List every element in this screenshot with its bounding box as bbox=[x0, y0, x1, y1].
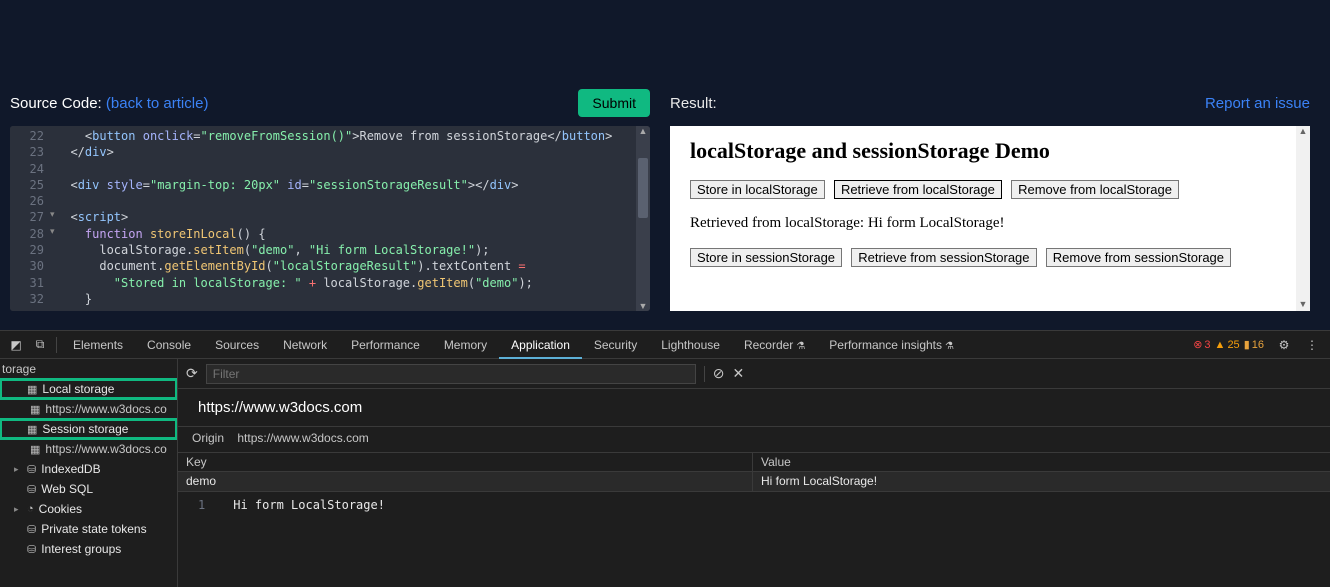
device-toolbar-icon[interactable]: ⧉ bbox=[28, 337, 52, 352]
back-to-article-link[interactable]: (back to article) bbox=[106, 95, 209, 112]
demo-heading: localStorage and sessionStorage Demo bbox=[690, 138, 1290, 164]
store-local-button[interactable]: Store in localStorage bbox=[690, 180, 825, 199]
retrieve-session-button[interactable]: Retrieve from sessionStorage bbox=[851, 248, 1036, 267]
storage-icon: ▦ bbox=[27, 423, 37, 436]
code-editor[interactable]: 2223242526272829303132 ▾ ▾ <button oncli… bbox=[10, 126, 650, 311]
warning-icon: ▲ bbox=[1215, 339, 1226, 351]
origin-title: https://www.w3docs.com bbox=[178, 389, 1330, 427]
issue-icon: ▮ bbox=[1244, 338, 1250, 351]
fold-caret-icon[interactable]: ▾ bbox=[50, 209, 55, 220]
result-label: Result: bbox=[670, 95, 717, 112]
error-count[interactable]: ⊗3 bbox=[1193, 338, 1210, 351]
devtools-panel: ◩ ⧉ Elements Console Sources Network Per… bbox=[0, 330, 1330, 587]
table-cell-key: demo bbox=[178, 472, 753, 491]
store-session-button[interactable]: Store in sessionStorage bbox=[690, 248, 842, 267]
tab-lighthouse[interactable]: Lighthouse bbox=[649, 331, 732, 359]
tab-memory[interactable]: Memory bbox=[432, 331, 499, 359]
database-icon: ⛁ bbox=[27, 543, 36, 556]
tab-sources[interactable]: Sources bbox=[203, 331, 271, 359]
database-icon: ⛁ bbox=[27, 463, 36, 476]
preview-line-number: 1 bbox=[198, 498, 205, 512]
tab-application[interactable]: Application bbox=[499, 331, 582, 359]
scroll-down-icon[interactable]: ▼ bbox=[1296, 299, 1310, 311]
close-icon[interactable]: ✕ bbox=[732, 365, 744, 382]
cookie-icon: ◔ bbox=[27, 503, 34, 515]
flask-icon: ⚗ bbox=[945, 341, 954, 352]
storage-icon: ▦ bbox=[27, 383, 37, 396]
tab-performance[interactable]: Performance bbox=[339, 331, 432, 359]
tab-perf-insights[interactable]: Performance insights⚗ bbox=[817, 331, 966, 359]
scroll-down-icon[interactable]: ▼ bbox=[638, 301, 648, 311]
retrieve-local-button[interactable]: Retrieve from localStorage bbox=[834, 180, 1002, 199]
report-issue-link[interactable]: Report an issue bbox=[1205, 95, 1310, 112]
tab-elements[interactable]: Elements bbox=[61, 331, 135, 359]
source-code-label: Source Code: bbox=[10, 95, 102, 112]
retrieved-text: Retrieved from localStorage: Hi form Loc… bbox=[690, 215, 1290, 232]
origin-label: Origin bbox=[192, 431, 224, 445]
issue-count[interactable]: ▮16 bbox=[1244, 338, 1264, 351]
scroll-up-icon[interactable]: ▲ bbox=[1296, 126, 1310, 138]
error-icon: ⊗ bbox=[1193, 338, 1202, 351]
session-storage-label: Session storage bbox=[42, 422, 128, 436]
local-storage-label: Local storage bbox=[42, 382, 114, 396]
storage-icon: ▦ bbox=[30, 403, 40, 416]
sidebar-indexeddb[interactable]: ▸ ⛁ IndexedDB bbox=[0, 459, 177, 479]
tab-console[interactable]: Console bbox=[135, 331, 203, 359]
origin-value: https://www.w3docs.com bbox=[237, 431, 368, 445]
sidebar-session-origin[interactable]: ▦ https://www.w3docs.co bbox=[0, 439, 177, 459]
scroll-thumb[interactable] bbox=[638, 158, 648, 218]
table-header-value[interactable]: Value bbox=[753, 453, 1330, 471]
table-header-key[interactable]: Key bbox=[178, 453, 753, 471]
inspect-icon[interactable]: ◩ bbox=[4, 338, 28, 352]
preview-value: Hi form LocalStorage! bbox=[233, 498, 385, 512]
sidebar-interest-groups[interactable]: ⛁ Interest groups bbox=[0, 539, 177, 559]
filter-input[interactable] bbox=[206, 364, 696, 384]
storage-table: Key Value demo Hi form LocalStorage! bbox=[178, 453, 1330, 492]
tab-security[interactable]: Security bbox=[582, 331, 649, 359]
divider bbox=[704, 366, 705, 382]
refresh-icon[interactable]: ⟳ bbox=[186, 365, 198, 382]
result-frame: localStorage and sessionStorage Demo Sto… bbox=[670, 126, 1310, 311]
database-icon: ⛁ bbox=[27, 523, 36, 536]
storage-sidebar: torage ▦ Local storage ▦ https://www.w3d… bbox=[0, 359, 178, 587]
storage-icon: ▦ bbox=[30, 443, 40, 456]
database-icon: ⛁ bbox=[27, 483, 36, 496]
gear-icon[interactable]: ⚙ bbox=[1272, 338, 1296, 352]
more-icon[interactable]: ⋮ bbox=[1300, 338, 1324, 352]
remove-session-button[interactable]: Remove from sessionStorage bbox=[1046, 248, 1231, 267]
storage-main: ⟳ ⊘ ✕ https://www.w3docs.com Origin http… bbox=[178, 359, 1330, 587]
value-preview: 1 Hi form LocalStorage! bbox=[178, 492, 1330, 518]
sidebar-session-storage[interactable]: ▦ Session storage bbox=[0, 419, 177, 439]
editor-scrollbar[interactable]: ▲ ▼ bbox=[636, 126, 650, 311]
clear-icon[interactable]: ⊘ bbox=[713, 365, 725, 382]
result-scrollbar[interactable]: ▲ ▼ bbox=[1296, 126, 1310, 311]
sidebar-cookies[interactable]: ▸ ◔ Cookies bbox=[0, 499, 177, 519]
chevron-right-icon: ▸ bbox=[14, 464, 22, 475]
storage-category-label: torage bbox=[0, 359, 177, 379]
result-pane: Result: Report an issue localStorage and… bbox=[660, 88, 1320, 330]
divider bbox=[56, 337, 57, 353]
sidebar-private-tokens[interactable]: ⛁ Private state tokens bbox=[0, 519, 177, 539]
sidebar-local-origin[interactable]: ▦ https://www.w3docs.co bbox=[0, 399, 177, 419]
line-gutter: 2223242526272829303132 bbox=[10, 126, 50, 311]
chevron-right-icon: ▸ bbox=[14, 504, 22, 515]
table-row[interactable]: demo Hi form LocalStorage! bbox=[178, 472, 1330, 491]
fold-caret-icon[interactable]: ▾ bbox=[50, 226, 55, 237]
table-cell-value: Hi form LocalStorage! bbox=[753, 472, 1330, 491]
warning-count[interactable]: ▲25 bbox=[1215, 339, 1240, 351]
sidebar-local-storage[interactable]: ▦ Local storage bbox=[0, 379, 177, 399]
flask-icon: ⚗ bbox=[796, 341, 805, 352]
submit-button[interactable]: Submit bbox=[578, 89, 650, 117]
tab-recorder[interactable]: Recorder⚗ bbox=[732, 331, 817, 359]
devtools-tabs: ◩ ⧉ Elements Console Sources Network Per… bbox=[0, 331, 1330, 359]
code-body[interactable]: <button onclick="removeFromSession()">Re… bbox=[56, 128, 634, 307]
sidebar-websql[interactable]: ⛁ Web SQL bbox=[0, 479, 177, 499]
remove-local-button[interactable]: Remove from localStorage bbox=[1011, 180, 1179, 199]
tab-network[interactable]: Network bbox=[271, 331, 339, 359]
source-code-pane: Source Code: (back to article) Submit 22… bbox=[0, 88, 660, 330]
scroll-up-icon[interactable]: ▲ bbox=[638, 126, 648, 136]
